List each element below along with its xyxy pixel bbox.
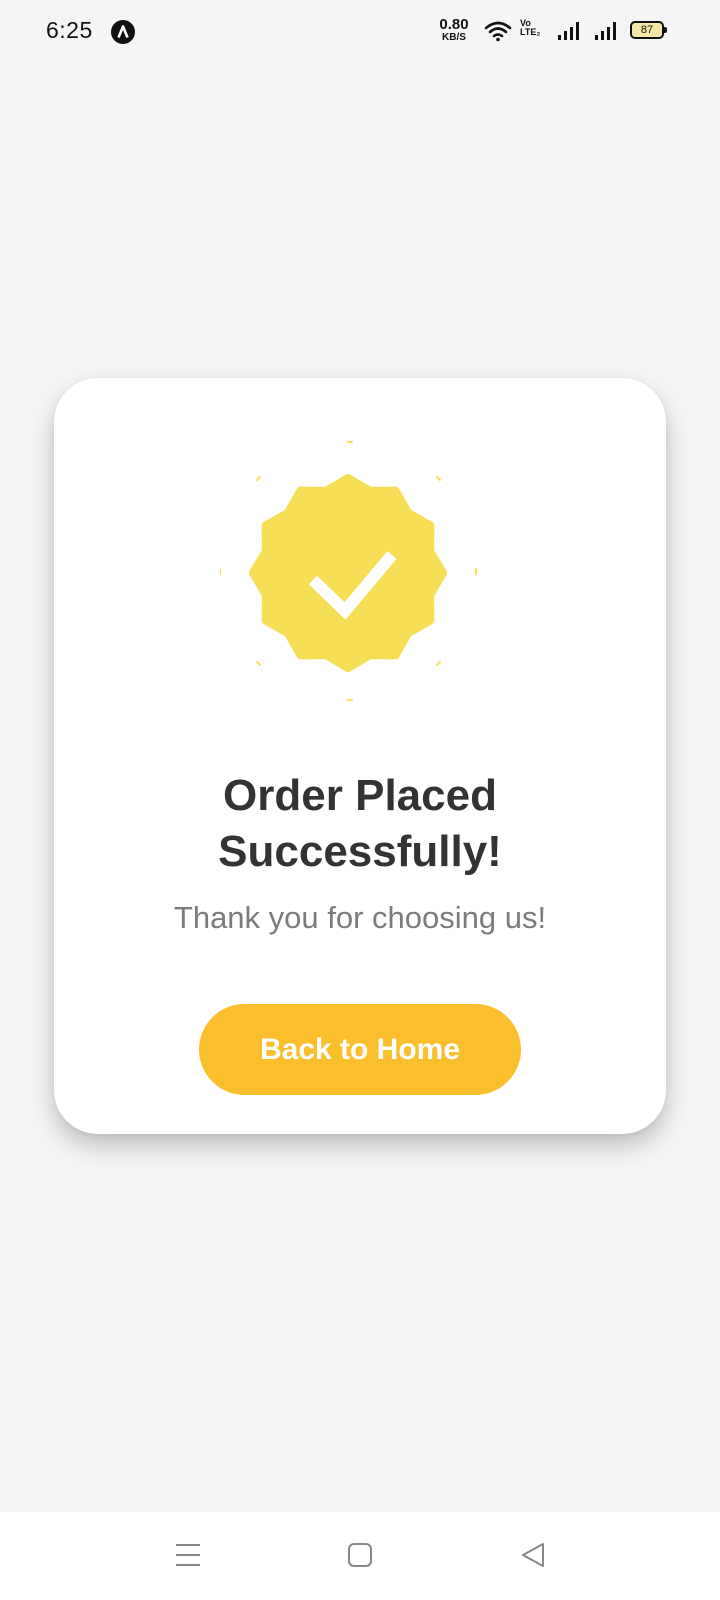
order-success-card: Order Placed Successfully! Thank you for…: [54, 378, 666, 1134]
success-badge-icon: [220, 441, 477, 701]
volte-bottom-label: LTE₂: [520, 27, 541, 38]
network-speed-unit: KB/S: [442, 32, 466, 43]
success-subtitle: Thank you for choosing us!: [173, 900, 547, 935]
success-title-line-2: Successfully!: [218, 827, 502, 876]
app-logo-icon: [111, 20, 135, 44]
menu-icon[interactable]: [175, 1542, 201, 1568]
status-bar: 6:25 0.80 KB/S Vo LTE₂ 87: [0, 0, 720, 64]
success-title-line-1: Order Placed: [223, 771, 497, 820]
battery-level: 87: [640, 24, 654, 36]
triangle-back-icon[interactable]: [520, 1542, 546, 1568]
signal-icon: [558, 22, 579, 40]
back-to-home-button[interactable]: Back to Home: [199, 1004, 521, 1095]
badge-shape: [249, 474, 447, 672]
wifi-icon: [484, 21, 512, 42]
square-home-icon[interactable]: [347, 1542, 373, 1568]
battery-icon: 87: [630, 21, 667, 39]
network-speed: 0.80 KB/S: [436, 17, 472, 43]
success-title: Order Placed Successfully!: [54, 768, 666, 880]
network-speed-value: 0.80: [439, 16, 469, 33]
navigation-bar: [0, 1512, 720, 1600]
signal-icon: [595, 22, 616, 40]
status-time: 6:25: [46, 17, 93, 43]
volte-icon: Vo LTE₂: [520, 18, 541, 38]
